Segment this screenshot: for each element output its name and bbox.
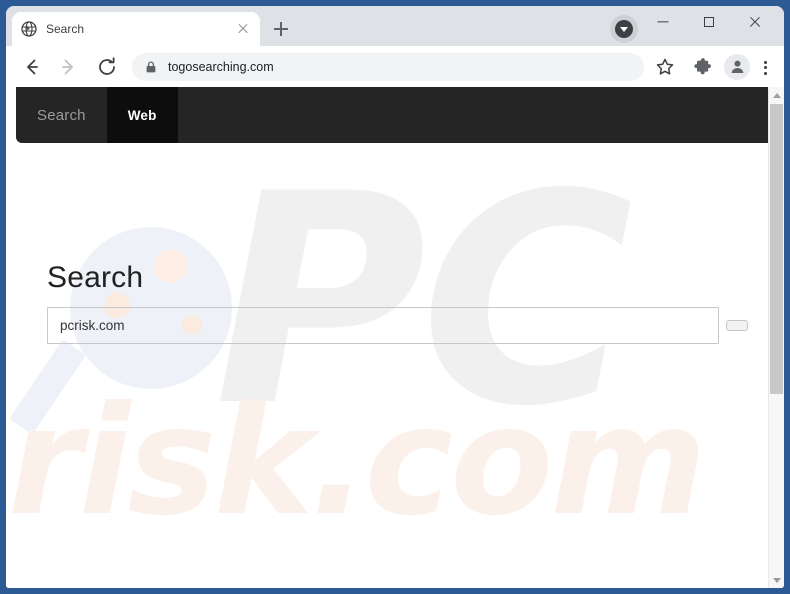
back-arrow-icon[interactable] bbox=[16, 52, 46, 82]
reload-icon[interactable] bbox=[92, 52, 122, 82]
toolbar-right-actions bbox=[646, 52, 778, 82]
tab-strip: Search bbox=[6, 6, 784, 46]
scroll-up-icon[interactable] bbox=[769, 87, 784, 103]
puzzle-piece-icon[interactable] bbox=[688, 52, 718, 82]
maximize-icon[interactable] bbox=[686, 6, 732, 38]
star-icon[interactable] bbox=[650, 52, 680, 82]
page-scrollbar[interactable] bbox=[768, 87, 784, 588]
search-form bbox=[47, 307, 748, 344]
forward-arrow-icon[interactable] bbox=[54, 52, 84, 82]
download-glyph bbox=[615, 20, 633, 38]
scrollbar-thumb[interactable] bbox=[770, 104, 783, 394]
url-text: togosearching.com bbox=[168, 59, 274, 74]
three-dot-menu-icon[interactable] bbox=[754, 52, 776, 82]
nav-item-web[interactable]: Web bbox=[106, 87, 178, 143]
page-viewport: PC risk.com Search Web Search bbox=[6, 87, 784, 588]
browser-window: Search togosearching.com PC risk.com Sea… bbox=[6, 6, 784, 588]
search-submit-button[interactable] bbox=[726, 320, 748, 331]
search-input[interactable] bbox=[47, 307, 719, 344]
minimize-icon[interactable] bbox=[640, 6, 686, 38]
download-icon[interactable] bbox=[610, 15, 638, 43]
nav-item-search[interactable]: Search bbox=[16, 87, 107, 143]
site-content: Search bbox=[6, 143, 768, 588]
scroll-down-icon[interactable] bbox=[769, 572, 784, 588]
site-navbar: Search Web bbox=[16, 87, 768, 143]
new-tab-button[interactable] bbox=[268, 16, 294, 42]
lock-icon bbox=[146, 60, 156, 72]
browser-window-frame: Search togosearching.com PC risk.com Sea… bbox=[0, 0, 790, 594]
web-page: PC risk.com Search Web Search bbox=[6, 87, 768, 588]
address-bar[interactable]: togosearching.com bbox=[132, 52, 644, 81]
close-tab-icon[interactable] bbox=[235, 21, 251, 37]
profile-avatar-icon[interactable] bbox=[724, 53, 750, 80]
tab-title: Search bbox=[46, 22, 85, 36]
close-window-icon[interactable] bbox=[732, 6, 778, 38]
globe-icon bbox=[21, 21, 37, 37]
page-title: Search bbox=[47, 261, 144, 294]
browser-tab[interactable]: Search bbox=[12, 12, 260, 46]
browser-toolbar: togosearching.com bbox=[6, 46, 784, 87]
